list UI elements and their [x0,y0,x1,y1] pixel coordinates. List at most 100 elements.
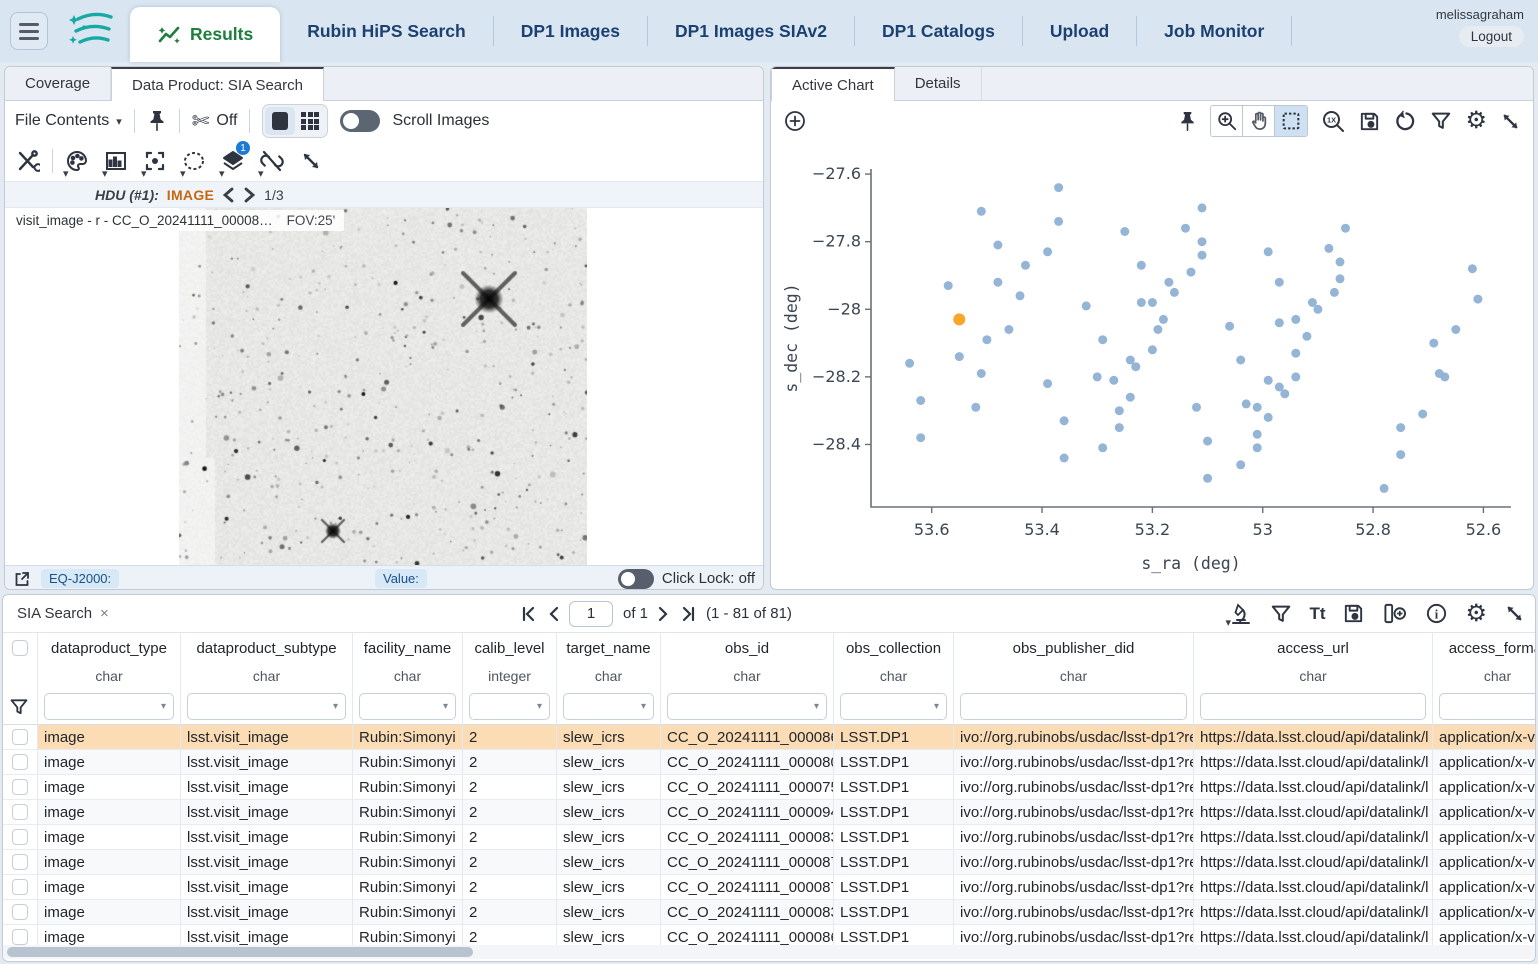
fits-image[interactable] [179,208,587,565]
data-point[interactable] [1187,268,1196,277]
pin-image-icon[interactable] [147,110,167,132]
center-image-icon[interactable]: ▾ [140,145,170,177]
data-point[interactable] [1341,224,1350,233]
table-row[interactable]: imagelsst.visit_imageRubin:Simonyi2slew_… [3,850,1535,875]
tab-coverage[interactable]: Coverage [5,67,111,100]
data-point[interactable] [1336,257,1345,266]
select-all-checkbox[interactable] [12,640,28,656]
data-point[interactable] [916,433,925,442]
data-point[interactable] [1131,362,1140,371]
data-point[interactable] [1054,217,1063,226]
data-point[interactable] [1396,423,1405,432]
column-header-access_format[interactable]: access_format [1449,640,1535,657]
stretch-histogram-icon[interactable]: ▾ [101,145,131,177]
row-checkbox[interactable] [12,879,28,895]
click-lock-toggle[interactable] [618,569,654,589]
filter-select-facility_name[interactable]: ▾ [359,693,456,720]
add-column-icon[interactable] [1382,602,1408,625]
data-point[interactable] [955,352,964,361]
data-point[interactable] [1253,443,1262,452]
column-header-dataproduct_type[interactable]: dataproduct_type [51,640,167,657]
close-icon[interactable]: × [100,605,109,622]
filter-select-obs_collection[interactable]: ▾ [840,693,947,720]
data-point[interactable] [1109,376,1118,385]
fits-image-viewport[interactable]: visit_image - r - CC_O_20241111_00008… F… [5,208,763,565]
data-point[interactable] [1198,251,1207,260]
data-point[interactable] [1082,301,1091,310]
pan-mode-icon[interactable] [1243,106,1275,136]
data-point[interactable] [1126,393,1135,402]
table-row[interactable]: imagelsst.visit_imageRubin:Simonyi2slew_… [3,800,1535,825]
row-checkbox[interactable] [12,804,28,820]
data-point[interactable] [993,241,1002,250]
filter-select-obs_id[interactable]: ▾ [667,693,827,720]
data-point[interactable] [1098,335,1107,344]
data-point[interactable] [1170,288,1179,297]
column-header-obs_collection[interactable]: obs_collection [846,640,941,657]
table-row[interactable]: imagelsst.visit_imageRubin:Simonyi2slew_… [3,900,1535,925]
data-point[interactable] [1198,203,1207,212]
layers-icon[interactable]: 1 ▾ [218,145,248,177]
data-point[interactable] [1242,399,1251,408]
table-row[interactable]: imagelsst.visit_imageRubin:Simonyi2slew_… [3,825,1535,850]
data-point[interactable] [1302,332,1311,341]
filter-table-icon[interactable] [1270,603,1292,625]
data-point[interactable] [1473,295,1482,304]
filter-select-calib_level[interactable]: ▾ [469,693,550,720]
data-point[interactable] [1164,278,1173,287]
horizontal-scrollbar[interactable] [3,945,1535,959]
tab-active-chart[interactable]: Active Chart [771,67,895,101]
select-mode-icon[interactable] [1275,106,1307,136]
data-point[interactable] [1280,389,1289,398]
chart-settings-gear-icon[interactable]: ⚙ [1465,110,1487,132]
data-point[interactable] [1380,484,1389,493]
row-checkbox[interactable] [12,729,28,745]
data-point[interactable] [905,359,914,368]
nav-tab-upload[interactable]: Upload [1023,0,1136,62]
filter-input-obs_publisher_did[interactable] [960,693,1187,720]
data-point[interactable] [1054,183,1063,192]
next-page-icon[interactable] [658,606,670,622]
data-point[interactable] [1468,264,1477,273]
data-point[interactable] [1236,460,1245,469]
data-point[interactable] [993,278,1002,287]
data-point[interactable] [1336,274,1345,283]
column-header-dataproduct_subtype[interactable]: dataproduct_subtype [196,640,336,657]
data-point[interactable] [1098,443,1107,452]
hamburger-menu-icon[interactable] [10,12,48,50]
column-header-calib_level[interactable]: calib_level [474,640,544,657]
data-point[interactable] [1429,339,1438,348]
row-checkbox[interactable] [12,779,28,795]
previous-hdu-icon[interactable] [222,187,235,203]
row-checkbox[interactable] [12,754,28,770]
row-checkbox[interactable] [12,904,28,920]
data-point[interactable] [1060,454,1069,463]
data-point[interactable] [1275,278,1284,287]
filter-input-access_format[interactable] [1439,693,1535,720]
data-point[interactable] [971,403,980,412]
data-point[interactable] [1440,372,1449,381]
data-point[interactable] [1313,305,1322,314]
grid-view-button[interactable] [295,107,325,135]
image-settings-tools-icon[interactable] [13,145,43,177]
data-point[interactable] [1324,244,1333,253]
data-point[interactable] [1330,288,1339,297]
data-point[interactable] [1120,227,1129,236]
filter-input-access_url[interactable] [1200,693,1426,720]
pin-chart-icon[interactable] [1178,111,1197,132]
inspect-microscope-icon[interactable]: ▾ [1229,602,1253,626]
expand-chart-icon[interactable] [1500,111,1521,132]
data-point[interactable] [1137,261,1146,270]
data-point[interactable] [1004,325,1013,334]
filter-select-target_name[interactable]: ▾ [563,693,654,720]
save-table-icon[interactable] [1342,602,1365,625]
nav-tab-job-monitor[interactable]: Job Monitor [1137,0,1291,62]
table-info-icon[interactable]: i [1425,602,1448,625]
data-point[interactable] [1451,325,1460,334]
data-point[interactable] [1264,376,1273,385]
zoom-mode-icon[interactable] [1211,106,1243,136]
expand-image-icon[interactable] [296,145,326,177]
nav-tab-dp1-images-siav2[interactable]: DP1 Images SIAv2 [648,0,854,62]
tab-data-product-sia-search[interactable]: Data Product: SIA Search [111,67,324,101]
scatter-chart[interactable]: 53.653.453.25352.852.6−27.6−27.8−28−28.2… [771,141,1531,587]
